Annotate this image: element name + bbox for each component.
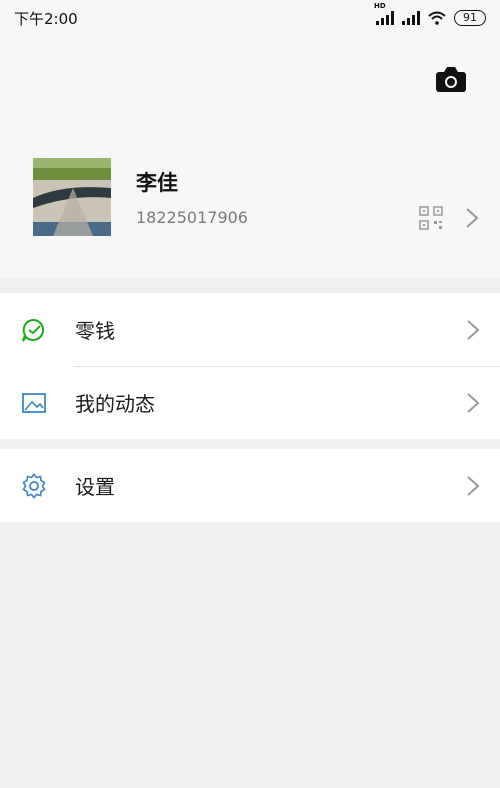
avatar[interactable] (33, 158, 111, 236)
avatar-photo (33, 158, 111, 236)
menu-group-settings: 设置 (0, 449, 500, 522)
profile-header: 李佳 18225017906 (0, 36, 500, 278)
wifi-icon (428, 11, 446, 25)
menu-item-label: 我的动态 (75, 392, 155, 416)
network-label: HD (374, 2, 386, 10)
profile-name: 李佳 (136, 171, 178, 195)
signal-icon (402, 11, 420, 25)
profile-phone: 18225017906 (136, 208, 248, 227)
menu-item-wallet[interactable]: 零钱 (0, 293, 500, 366)
qr-code-icon[interactable] (419, 206, 443, 230)
menu-item-label: 零钱 (75, 319, 115, 343)
gear-icon (22, 473, 46, 499)
status-bar: 下午2:00 HD 91 (0, 0, 500, 36)
status-time: 下午2:00 (14, 9, 78, 28)
signal-hd-icon: HD (374, 2, 394, 25)
chevron-right-icon (467, 476, 480, 496)
menu-group-wallet: 零钱 我的动态 (0, 293, 500, 439)
chevron-right-icon[interactable] (464, 206, 480, 230)
status-icons: HD 91 (374, 2, 486, 26)
camera-icon[interactable] (434, 64, 468, 94)
menu-item-settings[interactable]: 设置 (0, 449, 500, 522)
chevron-right-icon (467, 320, 480, 340)
wallet-icon (22, 318, 45, 342)
menu-item-moments[interactable]: 我的动态 (0, 366, 500, 439)
chevron-right-icon (467, 393, 480, 413)
image-icon (22, 393, 46, 413)
battery-icon: 91 (454, 10, 486, 26)
menu-item-label: 设置 (75, 475, 115, 499)
